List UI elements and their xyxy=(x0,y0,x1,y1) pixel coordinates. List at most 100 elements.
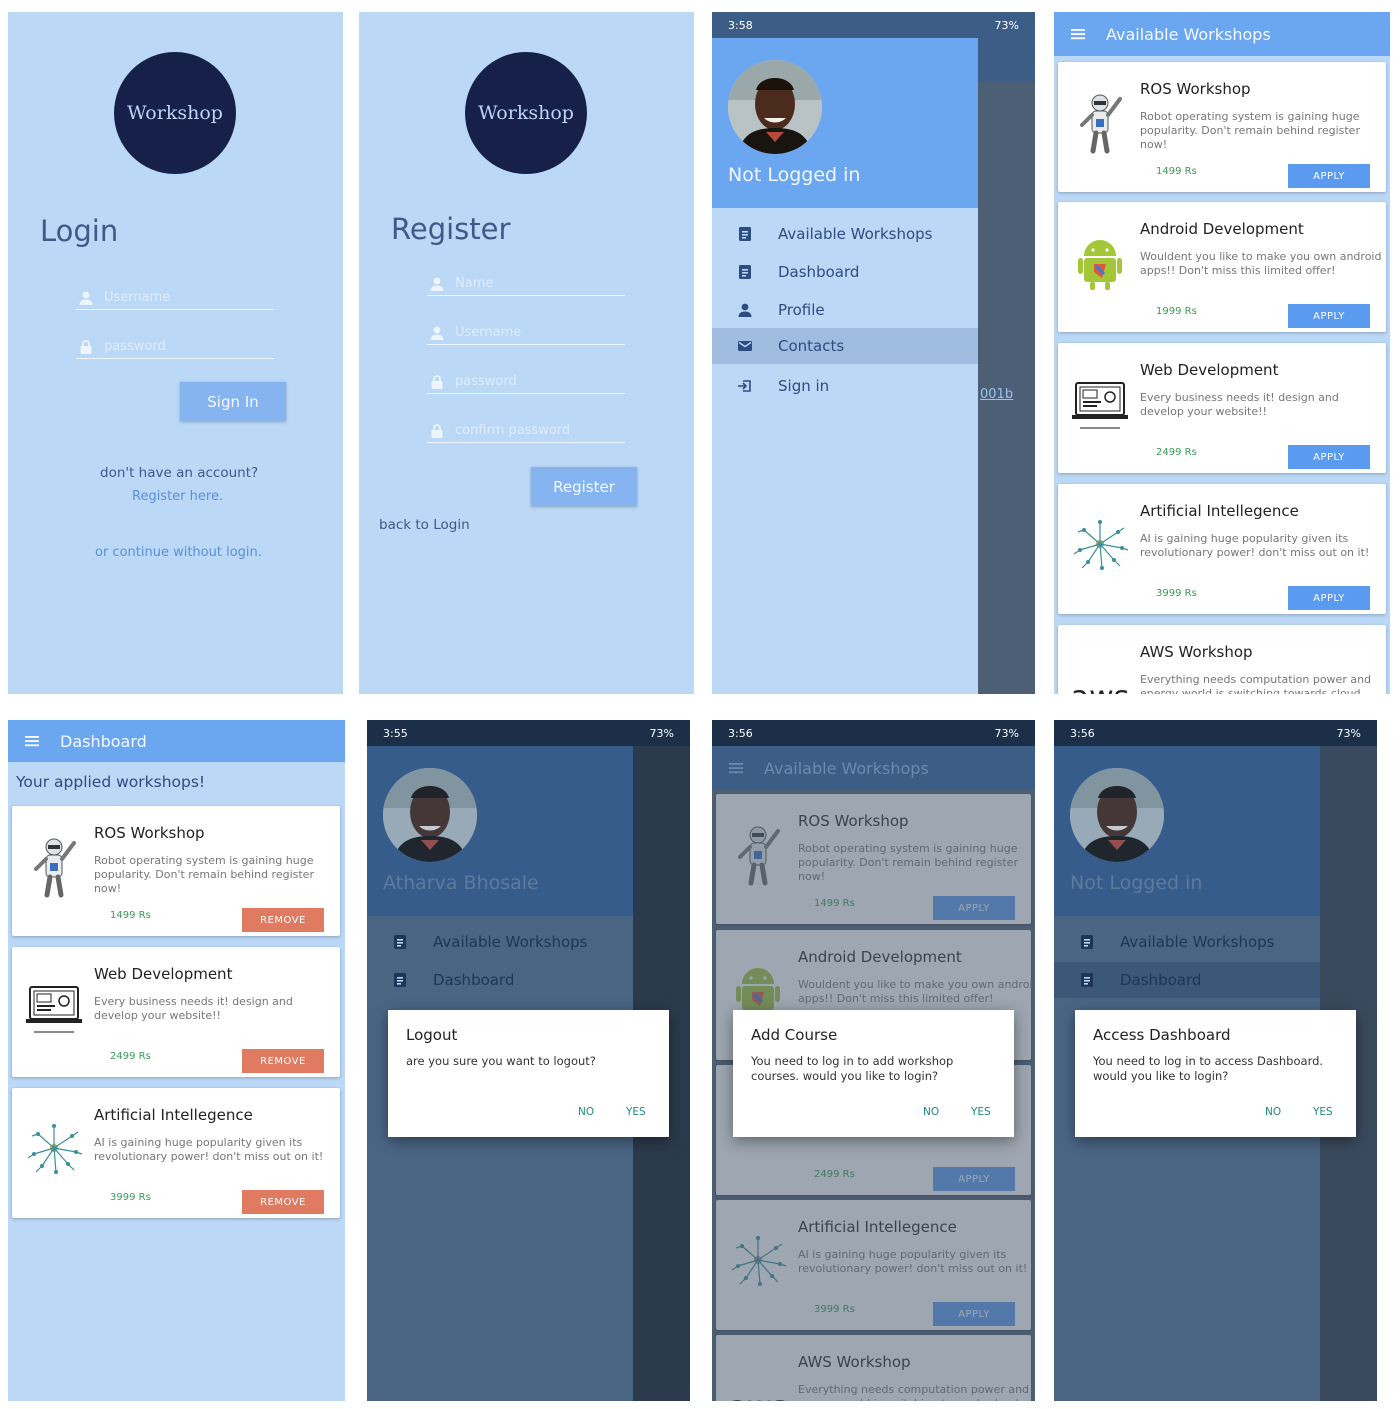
card-desc: Robot operating system is gaining huge p… xyxy=(1140,110,1360,151)
no-account-text: don't have an account? xyxy=(100,465,259,481)
status-bar: 3:56 73% xyxy=(712,720,1035,746)
dashboard-screen: Dashboard Your applied workshops! ROS Wo… xyxy=(8,720,345,1401)
card-price: 2499 Rs xyxy=(110,1051,151,1062)
no-button[interactable]: NO xyxy=(1265,1106,1281,1118)
web-development-icon xyxy=(20,965,88,1049)
hamburger-icon[interactable] xyxy=(24,733,40,749)
status-time: 3:55 xyxy=(383,726,408,740)
register-screen: Workshop Register Name Username password… xyxy=(359,12,694,694)
add-course-dialog: Add Course You need to log in to add wor… xyxy=(733,1010,1014,1137)
avatar xyxy=(728,60,822,154)
status-bar: 3:56 73% xyxy=(1054,720,1377,746)
yes-button[interactable]: YES xyxy=(626,1106,646,1118)
username-placeholder: Username xyxy=(104,290,171,305)
name-field[interactable]: Name xyxy=(427,272,625,296)
card-desc: AI is gaining huge popularity given its … xyxy=(1140,532,1370,559)
list-icon xyxy=(391,934,409,950)
remove-button[interactable]: REMOVE xyxy=(242,1190,324,1214)
menu-item-profile[interactable]: Profile xyxy=(712,292,978,328)
card-desc: Robot operating system is gaining huge p… xyxy=(798,842,1018,883)
dashboard-card: ROS Workshop Robot operating system is g… xyxy=(12,806,340,936)
menu-item-sign-in[interactable]: Sign in xyxy=(712,368,978,404)
apply-button[interactable]: APPLY xyxy=(1288,304,1370,328)
remove-button[interactable]: REMOVE xyxy=(242,1049,324,1073)
avatar xyxy=(383,768,477,862)
card-title: Android Development xyxy=(1140,220,1304,238)
dialog-title: Logout xyxy=(406,1026,458,1044)
status-bar: 3:58 73% xyxy=(712,12,1035,38)
appbar-title: Dashboard xyxy=(60,731,147,751)
register-button[interactable]: Register xyxy=(531,467,637,506)
workshop-card: ROS Workshop Robot operating system is g… xyxy=(1058,62,1386,192)
robot-icon xyxy=(1066,80,1134,164)
apply-button[interactable]: APPLY xyxy=(1288,445,1370,469)
apply-button[interactable]: APPLY xyxy=(933,896,1015,920)
username-field[interactable]: Username xyxy=(427,321,625,345)
card-price: 1499 Rs xyxy=(110,910,151,921)
status-battery: 73% xyxy=(994,726,1019,740)
username-field[interactable]: Username xyxy=(76,286,274,310)
password-field[interactable]: password xyxy=(76,335,274,359)
card-desc: Every business needs it! design and deve… xyxy=(94,995,293,1022)
robot-icon xyxy=(20,824,88,908)
menu-label: Contacts xyxy=(778,337,845,355)
dialog-message: You need to log in to access Dashboard. … xyxy=(1093,1054,1324,1083)
person-icon xyxy=(76,290,96,306)
lock-icon xyxy=(427,374,447,390)
status-time: 3:56 xyxy=(728,726,753,740)
menu-item-available-workshops[interactable]: Available Workshops xyxy=(367,924,633,960)
menu-item-available-workshops[interactable]: Available Workshops xyxy=(1054,924,1320,960)
register-link[interactable]: Register here. xyxy=(132,489,223,504)
apply-button[interactable]: APPLY xyxy=(933,1302,1015,1326)
workshop-card: aws AWS Workshop Everything needs comput… xyxy=(1058,625,1386,694)
menu-item-dashboard[interactable]: Dashboard xyxy=(1054,962,1320,998)
drawer-user-name: Not Logged in xyxy=(1070,872,1203,894)
apply-button[interactable]: APPLY xyxy=(1288,586,1370,610)
menu-label: Available Workshops xyxy=(1120,933,1275,951)
aws-logo: aws xyxy=(724,1365,792,1402)
drawer-user-name: Atharva Bhosale xyxy=(383,872,539,894)
no-button[interactable]: NO xyxy=(923,1106,939,1118)
apply-button[interactable]: APPLY xyxy=(933,1167,1015,1191)
aws-logo: aws xyxy=(1066,655,1134,695)
add-course-screen: 3:56 73% Available Workshops ROS Worksho… xyxy=(712,720,1035,1401)
card-desc: AI is gaining huge popularity given its … xyxy=(798,1248,1028,1275)
menu-label: Sign in xyxy=(778,377,830,395)
sign-in-button[interactable]: Sign In xyxy=(180,382,286,421)
yes-button[interactable]: YES xyxy=(1313,1106,1333,1118)
card-title: Web Development xyxy=(94,965,233,983)
card-desc: Wouldent you like to make you own androi… xyxy=(798,978,1035,1005)
menu-item-dashboard[interactable]: Dashboard xyxy=(712,254,978,290)
yes-button[interactable]: YES xyxy=(971,1106,991,1118)
hamburger-icon[interactable] xyxy=(728,760,744,776)
remove-button[interactable]: REMOVE xyxy=(242,908,324,932)
person-icon xyxy=(427,325,447,341)
card-desc: Everything needs computation power and e… xyxy=(798,1383,1030,1401)
hamburger-icon[interactable] xyxy=(1070,26,1086,42)
dashboard-card: Web Development Every business needs it!… xyxy=(12,947,340,1077)
apply-button[interactable]: APPLY xyxy=(1288,164,1370,188)
logout-dialog: Logout are you sure you want to logout? … xyxy=(388,1010,669,1137)
card-desc: Everything needs computation power and e… xyxy=(1140,673,1372,694)
card-price: 2499 Rs xyxy=(814,1169,855,1180)
password-field[interactable]: password xyxy=(427,370,625,394)
workshop-logo: Workshop xyxy=(465,52,587,174)
signin-icon xyxy=(736,378,754,394)
person-icon xyxy=(736,302,754,318)
mail-icon xyxy=(736,338,754,354)
appbar: Available Workshops xyxy=(1054,12,1390,56)
card-title: ROS Workshop xyxy=(94,824,205,842)
back-to-login-link[interactable]: back to Login xyxy=(379,517,470,533)
card-desc: Wouldent you like to make you own androi… xyxy=(1140,250,1382,277)
continue-without-login-link[interactable]: or continue without login. xyxy=(95,545,262,560)
login-screen: Workshop Login Username password Sign In… xyxy=(8,12,343,694)
password-placeholder: password xyxy=(104,339,166,354)
no-button[interactable]: NO xyxy=(578,1106,594,1118)
menu-item-dashboard[interactable]: Dashboard xyxy=(367,962,633,998)
confirm-password-field[interactable]: confirm password xyxy=(427,419,625,443)
card-price: 1499 Rs xyxy=(814,898,855,909)
menu-item-available-workshops[interactable]: Available Workshops xyxy=(712,216,978,252)
workshop-card: Android Development Wouldent you like to… xyxy=(1058,202,1386,332)
menu-item-contacts[interactable]: Contacts xyxy=(712,328,978,364)
menu-label: Dashboard xyxy=(1120,971,1202,989)
